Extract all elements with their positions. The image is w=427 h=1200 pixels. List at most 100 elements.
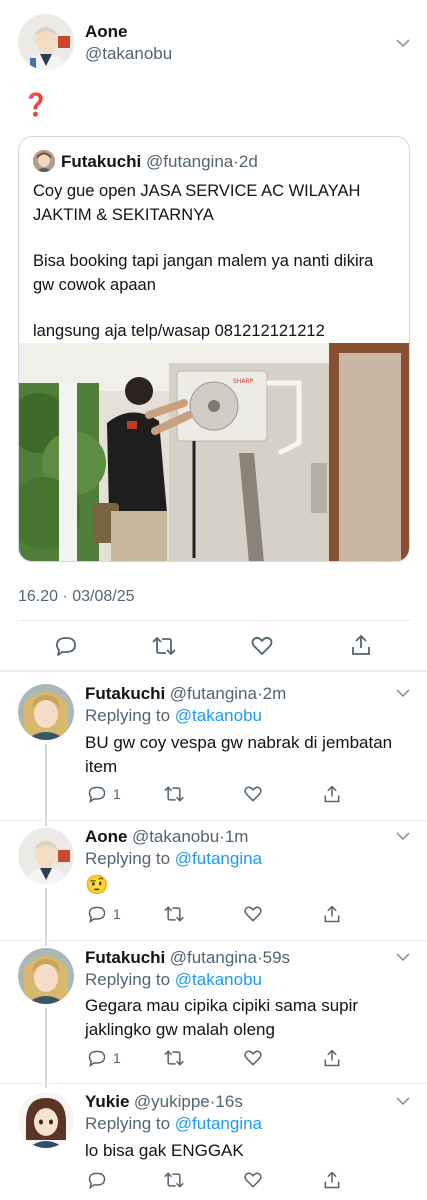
replying-to-label: Replying to	[85, 1114, 171, 1133]
reply-age: 59s	[262, 948, 291, 967]
quoted-author-handle: @futangina	[146, 152, 234, 171]
reply-age: 2m	[262, 684, 287, 703]
reply-action-bar: 1	[85, 1048, 415, 1070]
like-icon[interactable]	[243, 904, 263, 924]
quoted-text-line: langsung aja telp/wasap 081212121212	[33, 322, 325, 340]
retweet-icon[interactable]	[163, 784, 185, 804]
divider	[18, 620, 410, 621]
tweet-timestamp[interactable]: 16.20 · 03/08/25	[18, 588, 135, 606]
share-icon[interactable]	[322, 1170, 342, 1190]
reply-button[interactable]: 1	[87, 784, 121, 804]
reply-age: 16s	[215, 1092, 243, 1111]
quoted-avatar	[33, 150, 55, 172]
reply-text-line: item	[85, 757, 118, 776]
quoted-text-line: Bisa booking tapi jangan malem ya nanti …	[33, 252, 374, 270]
reply-text: Gegara mau cipika cipiki sama supir jakl…	[85, 994, 415, 1042]
reply-action-bar: 1	[85, 904, 415, 926]
reply-count: 1	[113, 1050, 121, 1066]
author-name[interactable]: Futakuchi	[85, 684, 165, 703]
reply-text-line: 🤨	[85, 875, 109, 896]
replying-to-handle[interactable]: @takanobu	[175, 706, 262, 725]
author-handle[interactable]: @futangina	[170, 948, 257, 967]
reply-text-line: lo bisa gak ENGGAK	[85, 1141, 244, 1160]
reply-header: Futakuchi @futangina·2m	[85, 684, 286, 704]
thread-line	[45, 888, 47, 946]
author-handle[interactable]: @takanobu	[132, 827, 219, 846]
main-action-bar	[0, 632, 427, 660]
reply-icon	[88, 906, 106, 924]
tweet-text: ❓	[22, 92, 50, 117]
author-name[interactable]: Yukie	[85, 1092, 129, 1111]
avatar[interactable]	[18, 948, 74, 1004]
reply-button[interactable]: 1	[87, 904, 121, 924]
ac-brand-label: SHARP	[233, 378, 254, 385]
replying-to-handle[interactable]: @futangina	[175, 849, 262, 868]
thread-line	[45, 1008, 47, 1088]
avatar[interactable]	[18, 1092, 74, 1148]
replying-to-label: Replying to	[85, 849, 171, 868]
quoted-tweet-card[interactable]: Futakuchi @futangina·2d Coy gue open JAS…	[18, 136, 410, 562]
reply-text-line: jaklingko gw malah oleng	[85, 1020, 275, 1039]
author-handle[interactable]: @futangina	[170, 684, 257, 703]
author-name[interactable]: Aone	[85, 827, 128, 846]
chevron-down-icon[interactable]	[396, 1096, 410, 1106]
share-icon[interactable]	[322, 784, 342, 804]
replying-to-handle[interactable]: @futangina	[175, 1114, 262, 1133]
replying-to: Replying to @futangina	[85, 1114, 262, 1134]
like-icon[interactable]	[243, 1048, 263, 1068]
replying-to: Replying to @futangina	[85, 849, 262, 869]
author-handle[interactable]: @yukippe	[134, 1092, 210, 1111]
avatar[interactable]	[18, 828, 74, 884]
avatar[interactable]	[18, 684, 74, 740]
share-icon[interactable]	[322, 904, 342, 924]
author-name[interactable]: Aone	[85, 22, 128, 42]
divider	[0, 1083, 427, 1084]
like-icon[interactable]	[243, 1170, 263, 1190]
replying-to-handle[interactable]: @takanobu	[175, 970, 262, 989]
author-handle[interactable]: @takanobu	[85, 44, 172, 64]
quoted-text-line: gw cowok apaan	[33, 276, 156, 294]
chevron-down-icon[interactable]	[396, 688, 410, 698]
photo-illustration: SHARP	[19, 343, 409, 561]
reply-action-bar	[85, 1170, 415, 1192]
reply-text: lo bisa gak ENGGAK	[85, 1139, 415, 1163]
share-icon[interactable]	[349, 633, 373, 657]
avatar-illustration	[18, 828, 74, 884]
divider	[0, 820, 427, 821]
reply-text-line: Gegara mau cipika cipiki sama supir	[85, 996, 359, 1015]
quoted-header: Futakuchi @futangina·2d	[61, 152, 258, 172]
reply-icon[interactable]	[54, 634, 78, 658]
quoted-text-line: Coy gue open JASA SERVICE AC WILAYAH	[33, 182, 361, 200]
reply-header: Futakuchi @futangina·59s	[85, 948, 290, 968]
retweet-icon[interactable]	[163, 1170, 185, 1190]
divider	[0, 940, 427, 941]
replying-to: Replying to @takanobu	[85, 970, 262, 990]
reply-count: 1	[113, 786, 121, 802]
retweet-icon[interactable]	[151, 634, 177, 658]
reply-text-line: BU gw coy vespa gw nabrak di jembatan	[85, 733, 393, 752]
retweet-icon[interactable]	[163, 1048, 185, 1068]
divider	[0, 670, 427, 672]
replying-to-label: Replying to	[85, 970, 171, 989]
chevron-down-icon[interactable]	[396, 952, 410, 962]
quoted-avatar-illustration	[33, 150, 55, 172]
chevron-down-icon[interactable]	[396, 831, 410, 841]
retweet-icon[interactable]	[163, 904, 185, 924]
author-name[interactable]: Futakuchi	[85, 948, 165, 967]
like-icon[interactable]	[243, 784, 263, 804]
avatar[interactable]	[18, 14, 74, 70]
replying-to: Replying to @takanobu	[85, 706, 262, 726]
like-icon[interactable]	[250, 634, 274, 658]
avatar-illustration	[18, 684, 74, 740]
reply-icon	[88, 1050, 106, 1068]
reply-icon[interactable]	[87, 1170, 107, 1190]
chevron-down-icon[interactable]	[396, 38, 410, 48]
quoted-author-name: Futakuchi	[61, 152, 142, 171]
avatar-illustration	[18, 948, 74, 1004]
reply-button[interactable]: 1	[87, 1048, 121, 1068]
reply-header: Yukie @yukippe·16s	[85, 1092, 243, 1112]
share-icon[interactable]	[322, 1048, 342, 1068]
reply-text: BU gw coy vespa gw nabrak di jembatan it…	[85, 731, 415, 779]
reply-header: Aone @takanobu·1m	[85, 827, 248, 847]
quoted-photo[interactable]: SHARP	[19, 343, 409, 561]
